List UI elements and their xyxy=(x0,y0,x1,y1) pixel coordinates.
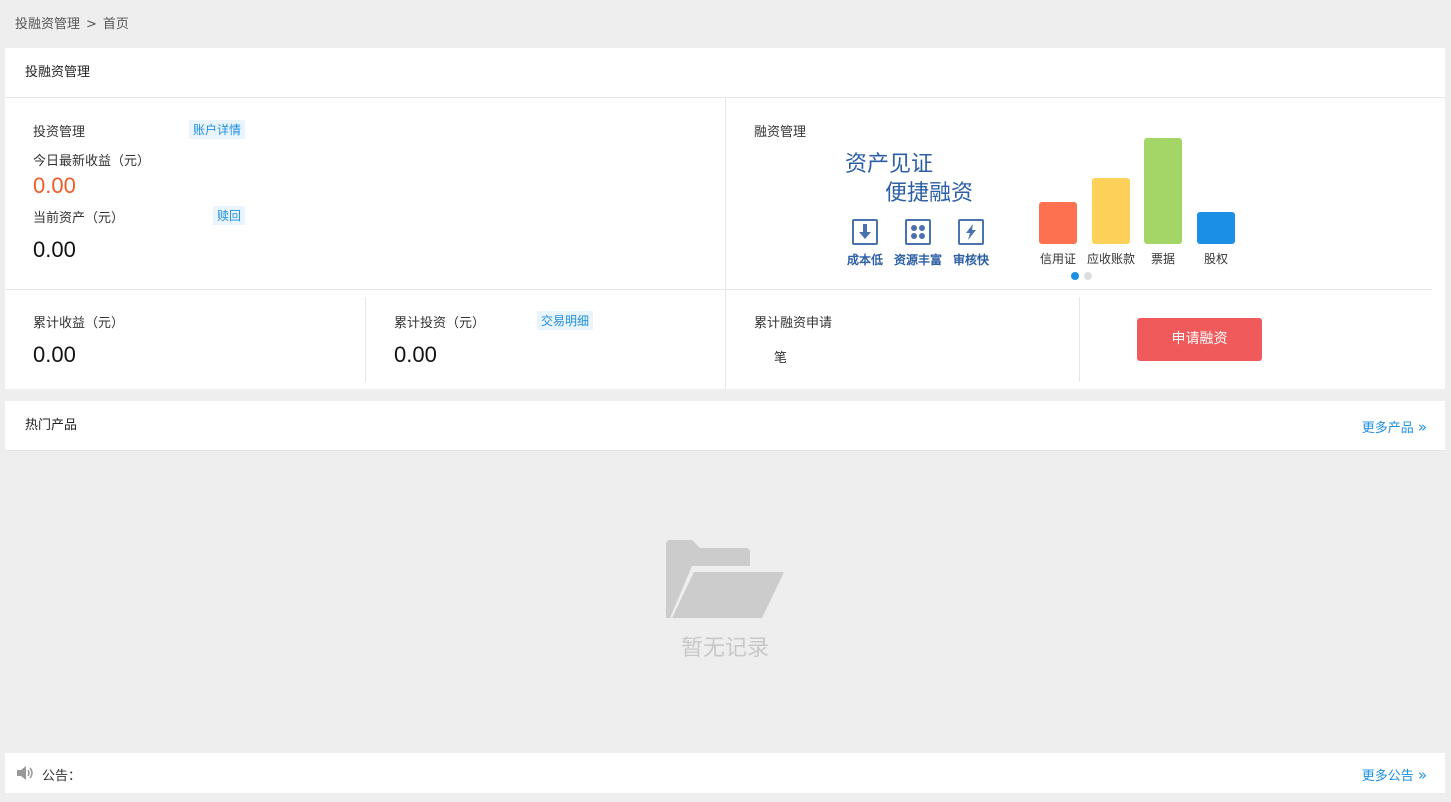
empty-text: 暂无记录 xyxy=(680,636,769,661)
download-arrow-icon xyxy=(852,219,878,245)
bar-2 xyxy=(1092,178,1130,244)
cumulative-income-value: 0.00 xyxy=(33,342,76,367)
breadcrumb-separator: > xyxy=(86,17,97,32)
promo-line-2: 便捷融资 xyxy=(885,180,974,205)
today-income-label: 今日最新收益（元） xyxy=(33,154,151,169)
panel-title: 投融资管理 xyxy=(5,48,1445,98)
cumulative-apply-label: 累计融资申请 xyxy=(754,316,833,331)
promo-line-1: 资产见证 xyxy=(845,151,934,176)
more-notices-link[interactable]: 更多公告» xyxy=(1362,765,1427,784)
lightning-icon xyxy=(958,219,984,245)
breadcrumb-root[interactable]: 投融资管理 xyxy=(15,17,80,32)
hot-products-title: 热门产品 xyxy=(5,401,1445,451)
row-divider xyxy=(5,289,1432,290)
double-chevron-right-icon: » xyxy=(1417,766,1427,784)
feature-rich-resources: 资源丰富 xyxy=(891,219,945,268)
financing-title: 融资管理 xyxy=(754,125,807,140)
bar-3 xyxy=(1144,138,1182,244)
speaker-icon xyxy=(17,766,33,780)
redeem-link[interactable]: 赎回 xyxy=(213,206,246,225)
grid-icon xyxy=(905,219,931,245)
current-assets-label: 当前资产（元） xyxy=(33,211,125,226)
bar-1 xyxy=(1039,202,1077,244)
cumulative-invest-label: 累计投资（元） xyxy=(394,316,486,331)
breadcrumb-current: 首页 xyxy=(102,17,129,32)
notice-bar: 公告： 更多公告» xyxy=(5,753,1445,793)
notice-label: 公告： xyxy=(42,769,82,784)
feature-label: 成本低 xyxy=(846,253,883,267)
more-products-label: 更多产品 xyxy=(1361,421,1414,436)
trade-detail-link[interactable]: 交易明细 xyxy=(537,311,594,330)
carousel-dot-active[interactable] xyxy=(1071,272,1079,280)
double-chevron-right-icon: » xyxy=(1417,418,1427,436)
feature-low-cost: 成本低 xyxy=(843,219,887,268)
folder-icon xyxy=(666,540,784,618)
column-divider xyxy=(725,98,726,389)
main-panel: 投融资管理 投资管理 账户详情 今日最新收益（元） 0.00 当前资产（元） 赎… xyxy=(5,48,1445,389)
bar-4 xyxy=(1197,212,1235,244)
more-products-link[interactable]: 更多产品» xyxy=(1362,417,1427,436)
bar-label: 应收账款 xyxy=(1086,252,1135,266)
current-assets-value: 0.00 xyxy=(33,237,76,262)
bar-label: 信用证 xyxy=(1039,252,1076,266)
bar-label: 票据 xyxy=(1150,252,1175,266)
feature-fast-review: 审核快 xyxy=(949,219,993,268)
apply-financing-button[interactable]: 申请融资 xyxy=(1137,318,1262,361)
bar-label: 股权 xyxy=(1203,252,1228,266)
feature-label: 资源丰富 xyxy=(893,253,942,267)
cumulative-invest-value: 0.00 xyxy=(394,342,437,367)
breadcrumb: 投融资管理 > 首页 xyxy=(15,13,129,32)
account-detail-link[interactable]: 账户详情 xyxy=(189,120,246,139)
today-income-value: 0.00 xyxy=(33,173,76,198)
cumulative-income-label: 累计收益（元） xyxy=(33,316,125,331)
investment-title: 投资管理 xyxy=(33,125,86,140)
stats-divider-1 xyxy=(365,297,366,382)
carousel-dot[interactable] xyxy=(1084,272,1092,280)
empty-state: 暂无记录 xyxy=(645,538,805,662)
cumulative-apply-unit: 笔 xyxy=(774,351,788,366)
hot-products-panel: 热门产品 更多产品» xyxy=(5,401,1445,451)
stats-divider-2 xyxy=(1079,297,1080,382)
more-notices-label: 更多公告 xyxy=(1361,769,1414,784)
feature-label: 审核快 xyxy=(952,253,989,267)
